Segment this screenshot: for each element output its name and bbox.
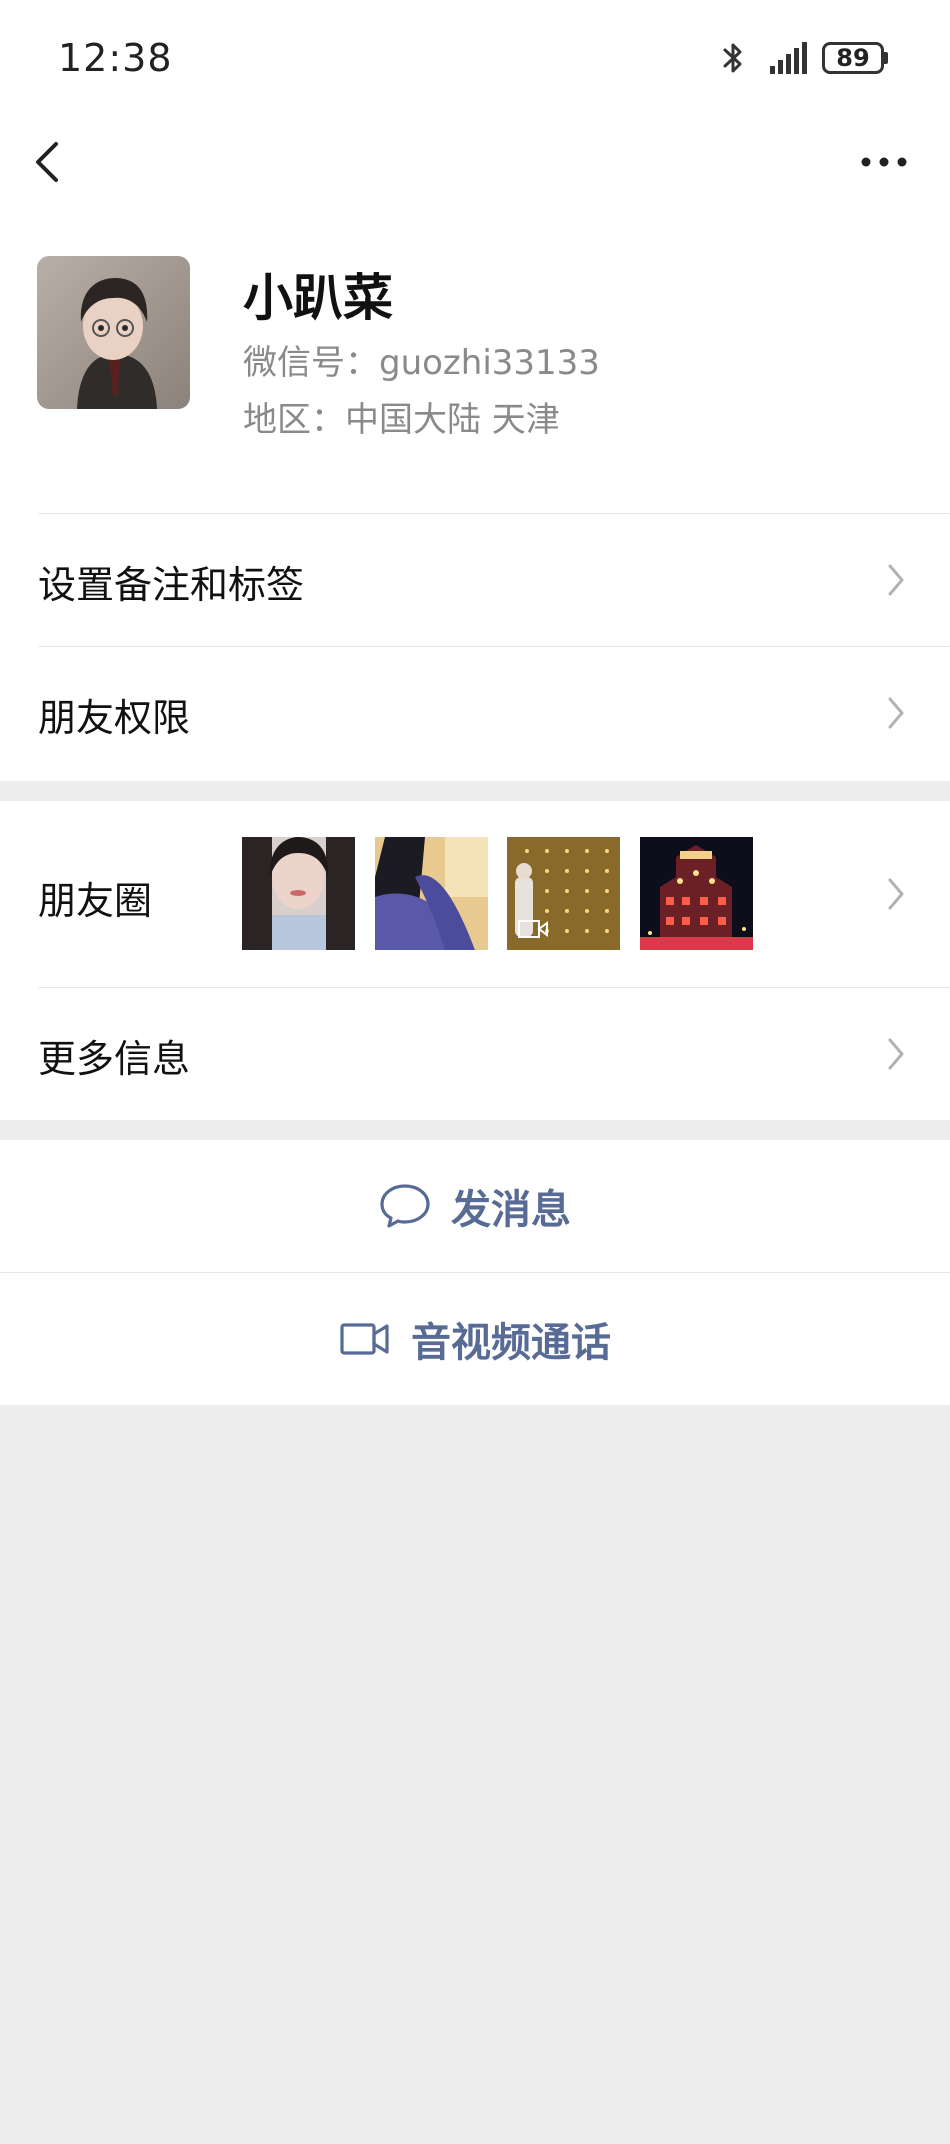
chevron-right-icon bbox=[888, 564, 904, 596]
chat-bubble-icon bbox=[380, 1184, 430, 1228]
friend-permissions-row[interactable]: 朋友权限 bbox=[0, 647, 950, 779]
friend-permissions-label: 朋友权限 bbox=[38, 696, 191, 740]
wechat-id: 微信号：guozhi33133 bbox=[243, 343, 600, 383]
section-gap bbox=[0, 1120, 950, 1140]
remark-tags-label: 设置备注和标签 bbox=[38, 563, 305, 607]
battery-tip bbox=[884, 52, 888, 64]
more-info-row[interactable]: 更多信息 bbox=[0, 988, 950, 1120]
send-message-button[interactable]: 发消息 bbox=[0, 1140, 950, 1272]
chevron-right-icon bbox=[888, 878, 904, 910]
signal-icon bbox=[770, 42, 807, 74]
chevron-left-icon[interactable] bbox=[30, 140, 66, 184]
more-dots-icon[interactable] bbox=[860, 152, 908, 172]
region: 地区：中国大陆 天津 bbox=[243, 400, 560, 440]
section-gap bbox=[0, 781, 950, 801]
avatar[interactable] bbox=[37, 256, 190, 409]
moment-thumbnail[interactable] bbox=[242, 837, 355, 950]
battery-indicator: 89 bbox=[822, 42, 884, 74]
moment-thumbnail[interactable] bbox=[375, 837, 488, 950]
moments-label: 朋友圈 bbox=[38, 879, 153, 923]
video-camera-icon bbox=[340, 1323, 389, 1355]
nickname: 小趴菜 bbox=[243, 269, 393, 327]
remark-tags-row[interactable]: 设置备注和标签 bbox=[0, 514, 950, 646]
video-call-button[interactable]: 音视频通话 bbox=[0, 1273, 950, 1405]
chevron-right-icon bbox=[888, 697, 904, 729]
moment-thumbnail[interactable] bbox=[640, 837, 753, 950]
send-message-label: 发消息 bbox=[451, 1187, 571, 1233]
chevron-right-icon bbox=[888, 1038, 904, 1070]
more-info-label: 更多信息 bbox=[38, 1037, 191, 1081]
bluetooth-icon bbox=[723, 43, 742, 73]
status-time: 12:38 bbox=[58, 36, 173, 80]
video-call-label: 音视频通话 bbox=[411, 1320, 611, 1366]
moment-thumbnail[interactable] bbox=[507, 837, 620, 950]
battery-level: 89 bbox=[836, 44, 870, 72]
